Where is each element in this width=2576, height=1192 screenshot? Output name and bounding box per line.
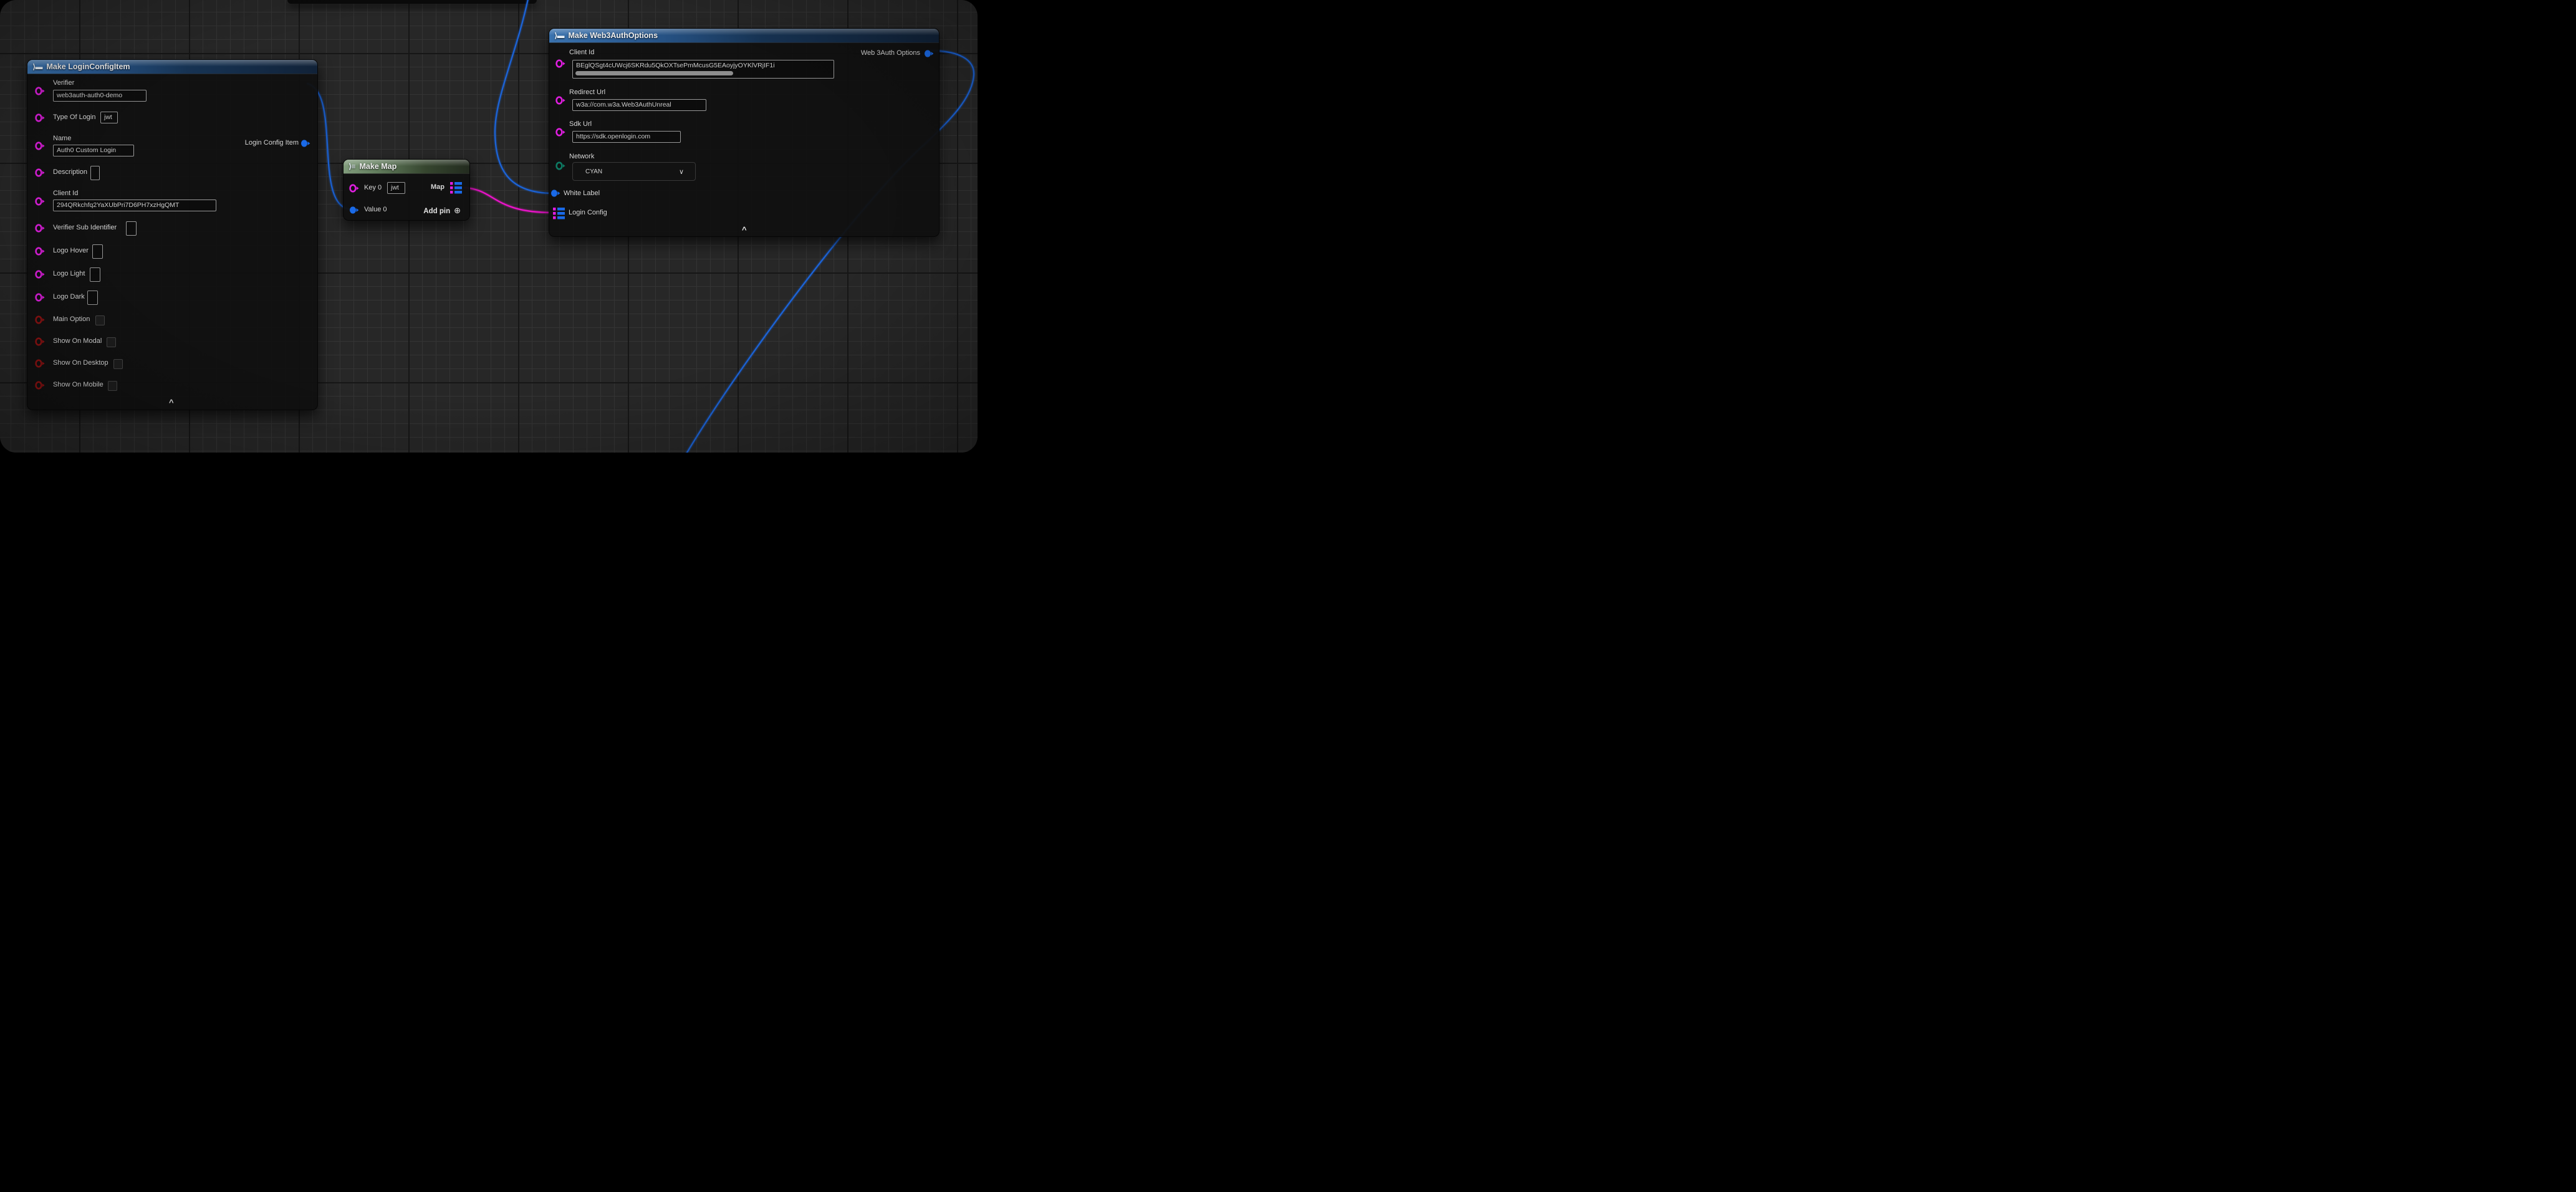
show-on-desktop-checkbox[interactable] [113,359,123,369]
redirect-url-field[interactable]: w3a://com.w3a.Web3AuthUnreal [572,99,706,111]
input-pin-show-on-desktop[interactable] [35,359,45,368]
pin-label: Name [53,135,71,142]
input-pin-key0[interactable] [349,184,359,193]
input-pin-logo-light[interactable] [35,270,45,279]
input-pin-client-id[interactable] [555,59,565,68]
output-pin-label: Login Config Item [245,139,299,147]
output-pin-web3auth-options[interactable] [924,49,934,58]
pin-label: Show On Modal [53,337,102,345]
wire-offscreen-to-whitelabel[interactable] [495,0,553,193]
node-title: Make LoginConfigItem [46,62,130,71]
pin-label: Logo Hover [53,247,89,254]
pin-label: Verifier [53,79,74,87]
node-title: Make Web3AuthOptions [568,31,658,40]
pin-label: Verifier Sub Identifier [53,224,117,231]
chevron-down-icon: ∨ [679,168,684,176]
make-map-icon: ⟩≡ [348,162,355,171]
input-pin-value0[interactable] [349,206,359,214]
network-dropdown[interactable]: CYAN ∨ [572,162,696,181]
output-pin-map[interactable] [450,182,463,194]
show-on-mobile-checkbox[interactable] [108,381,117,391]
input-pin-description[interactable] [35,168,45,177]
input-pin-show-on-mobile[interactable] [35,381,45,390]
pin-label: Key 0 [364,184,382,191]
key0-field[interactable]: jwt [387,182,405,194]
show-on-modal-checkbox[interactable] [107,337,116,347]
network-selected-value: CYAN [585,168,679,175]
input-pin-name[interactable] [35,142,45,150]
input-pin-main-option[interactable] [35,315,45,324]
node-header[interactable]: ⟩▬ Make Web3AuthOptions [549,29,939,43]
output-pin-label: Web 3Auth Options [861,49,920,57]
input-pin-show-on-modal[interactable] [35,337,45,346]
blueprint-editor: ⟩▬ Make LoginConfigItem Login Config Ite… [0,0,978,453]
pin-label: Logo Dark [53,293,85,300]
node-make-web3authoptions[interactable]: ⟩▬ Make Web3AuthOptions Web 3Auth Option… [549,28,940,237]
client-id-value: BEglQSgt4cUWcj6SKRdu5QkOXTsePmMcusG5EAoy… [576,62,775,69]
pin-label: Description [53,168,87,176]
input-pin-login-config[interactable] [553,208,565,219]
logo-dark-field[interactable] [87,291,98,305]
input-pin-redirect-url[interactable] [555,96,565,105]
node-title: Make Map [360,162,397,171]
verifier-field[interactable]: web3auth-auth0-demo [53,90,147,102]
make-struct-icon: ⟩▬ [32,62,42,71]
wire-offscreen-to-whitelabel-glow [495,0,553,193]
pin-label: Main Option [53,315,90,323]
logo-light-field[interactable] [90,267,100,282]
pin-label: Login Config [569,209,607,216]
logo-hover-field[interactable] [92,244,103,259]
main-option-checkbox[interactable] [95,315,105,325]
client-id-scrollbar[interactable] [575,71,733,75]
output-pin-login-config-item[interactable] [300,139,310,148]
pin-label: Client Id [53,190,78,197]
pin-label: Network [569,153,594,160]
collapse-node-button[interactable]: ^ [169,400,174,406]
input-pin-logo-dark[interactable] [35,293,45,302]
output-pin-label: Map [431,183,445,191]
input-pin-verifier[interactable] [35,87,45,95]
name-field[interactable]: Auth0 Custom Login [53,145,134,156]
pin-label: Logo Light [53,270,85,277]
node-make-loginconfigitem[interactable]: ⟩▬ Make LoginConfigItem Login Config Ite… [27,59,318,410]
collapse-node-button[interactable]: ^ [742,227,747,233]
pin-label: Client Id [569,49,594,56]
input-pin-network[interactable] [555,161,565,170]
make-struct-icon: ⟩▬ [554,31,564,40]
pin-label: White Label [564,190,600,197]
node-make-map[interactable]: ⟩≡ Make Map Key 0 jwt Map Value [343,159,470,221]
description-field[interactable] [90,166,100,180]
input-pin-logo-hover[interactable] [35,247,45,256]
add-pin-plus-icon: ⊕ [454,206,461,215]
add-pin-label: Add pin [423,208,450,215]
blueprint-canvas[interactable]: ⟩▬ Make LoginConfigItem Login Config Ite… [0,0,978,453]
client-id-field[interactable]: BEglQSgt4cUWcj6SKRdu5QkOXTsePmMcusG5EAoy… [572,60,834,79]
input-pin-sdk-url[interactable] [555,128,565,137]
client-id-field[interactable]: 294QRkchfq2YaXUbPri7D6PH7xzHgQMT [53,199,216,211]
verifier-sub-identifier-field[interactable] [126,221,137,236]
pin-label: Show On Desktop [53,359,108,367]
sdk-url-field[interactable]: https://sdk.openlogin.com [572,131,681,143]
input-pin-verifier-sub-identifier[interactable] [35,224,45,233]
input-pin-type-of-login[interactable] [35,113,45,122]
pin-label: Type Of Login [53,113,96,121]
input-pin-white-label[interactable] [550,189,560,198]
pin-label: Sdk Url [569,120,592,128]
pin-label: Redirect Url [569,89,605,96]
pin-label: Show On Mobile [53,381,103,388]
node-header[interactable]: ⟩▬ Make LoginConfigItem [27,60,317,74]
input-pin-client-id[interactable] [35,197,45,206]
type-of-login-field[interactable]: jwt [100,112,118,123]
node-header[interactable]: ⟩≡ Make Map [344,160,469,174]
pin-label: Value 0 [364,206,387,213]
add-pin-button[interactable]: Add pin ⊕ [423,206,461,216]
